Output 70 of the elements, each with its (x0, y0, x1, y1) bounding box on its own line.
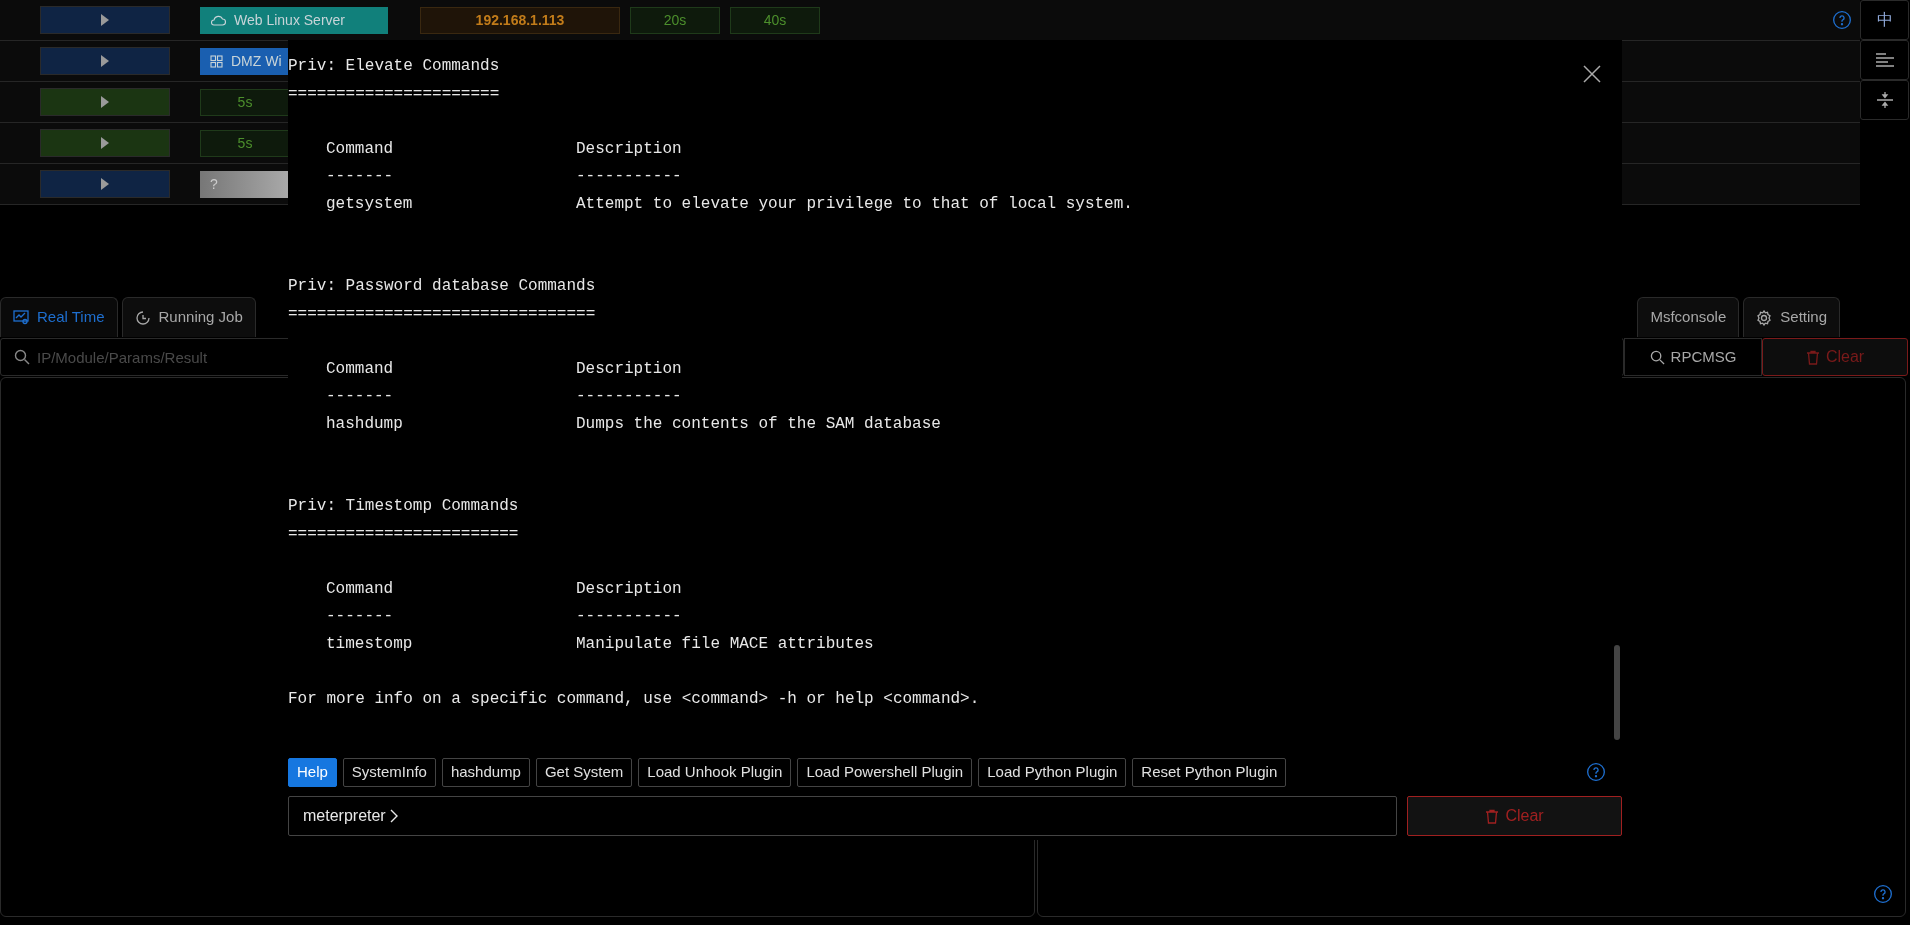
language-button[interactable]: 中 (1860, 0, 1909, 40)
section-title: Priv: Password database Commands (288, 276, 596, 297)
unknown-tag: ? (200, 170, 290, 198)
timer-tag: 5s (200, 129, 290, 157)
command-input[interactable]: meterpreter (288, 796, 1397, 836)
command-button[interactable]: Load Powershell Plugin (797, 757, 973, 787)
command-button[interactable]: Reset Python Plugin (1132, 757, 1287, 787)
search-icon (14, 349, 30, 365)
play-icon (100, 14, 110, 26)
command-name: hashdump (326, 413, 404, 435)
close-icon (1583, 65, 1601, 83)
align-button[interactable] (1860, 40, 1909, 80)
column-header: Command (326, 138, 395, 160)
section-rule: ====================== (288, 83, 500, 105)
trash-icon (1485, 808, 1500, 824)
split-button[interactable] (1860, 80, 1909, 120)
timer-tag: 5s (200, 88, 290, 116)
timer-tag: 20s (630, 6, 720, 34)
command-button[interactable]: hashdump (441, 757, 530, 787)
command-description: Dumps the contents of the SAM database (576, 413, 941, 435)
section-rule: ================================ (288, 303, 596, 325)
timer-tag: 40s (730, 6, 820, 34)
settings-icon (1756, 309, 1773, 326)
tab[interactable]: Msfconsole (1637, 297, 1740, 337)
rpc-message-button[interactable]: RPCMSG (1624, 338, 1762, 376)
command-description: Manipulate file MACE attributes (576, 633, 874, 655)
command-name: timestomp (326, 633, 414, 655)
section-title: Priv: Timestomp Commands (288, 496, 519, 517)
column-divider: ----------- (576, 606, 682, 627)
split-icon (1875, 91, 1894, 109)
command-button[interactable]: Load Python Plugin (978, 757, 1127, 787)
cloud-icon (210, 14, 226, 26)
column-divider: ------- (326, 166, 395, 187)
command-button[interactable]: Load Unhook Plugin (638, 757, 792, 787)
play-icon (100, 96, 110, 108)
prompt-label: meterpreter (303, 806, 386, 826)
help-hint: For more info on a specific command, use <command> -h or help <command>. (288, 688, 980, 710)
command-description: Attempt to elevate your privilege to that of local system. (576, 193, 1133, 215)
help-icon[interactable] (1586, 762, 1606, 782)
search-icon (1649, 349, 1665, 365)
monitor-icon (13, 310, 29, 325)
help-icon[interactable] (1832, 10, 1852, 30)
clock-icon (134, 309, 151, 326)
play-icon (100, 55, 110, 67)
column-header: Description (576, 358, 682, 380)
section-rule: ======================== (288, 523, 519, 545)
chevron-right-icon (389, 809, 398, 823)
column-divider: ------- (326, 606, 395, 627)
column-header: Command (326, 578, 395, 600)
command-name: getsystem (326, 193, 414, 215)
command-button[interactable]: Get System (535, 757, 633, 787)
host-tag: Web Linux Server (200, 6, 388, 34)
tab[interactable]: Real Time (0, 297, 118, 337)
play-icon (100, 178, 110, 190)
tab[interactable]: Setting (1743, 297, 1840, 337)
column-divider: ----------- (576, 386, 682, 407)
column-divider: ------- (326, 386, 395, 407)
ip-address: 192.168.1.113 (420, 6, 620, 34)
tab[interactable]: Running Job (121, 297, 256, 337)
column-divider: ----------- (576, 166, 682, 187)
play-icon (100, 137, 110, 149)
command-button[interactable]: SystemInfo (342, 757, 436, 787)
column-header: Command (326, 358, 395, 380)
align-left-icon (1875, 53, 1894, 67)
column-header: Description (576, 138, 682, 160)
command-button[interactable]: Help (288, 757, 337, 787)
column-header: Description (576, 578, 682, 600)
windows-icon (210, 54, 223, 68)
help-icon[interactable] (1873, 884, 1893, 904)
trash-icon (1805, 349, 1820, 365)
